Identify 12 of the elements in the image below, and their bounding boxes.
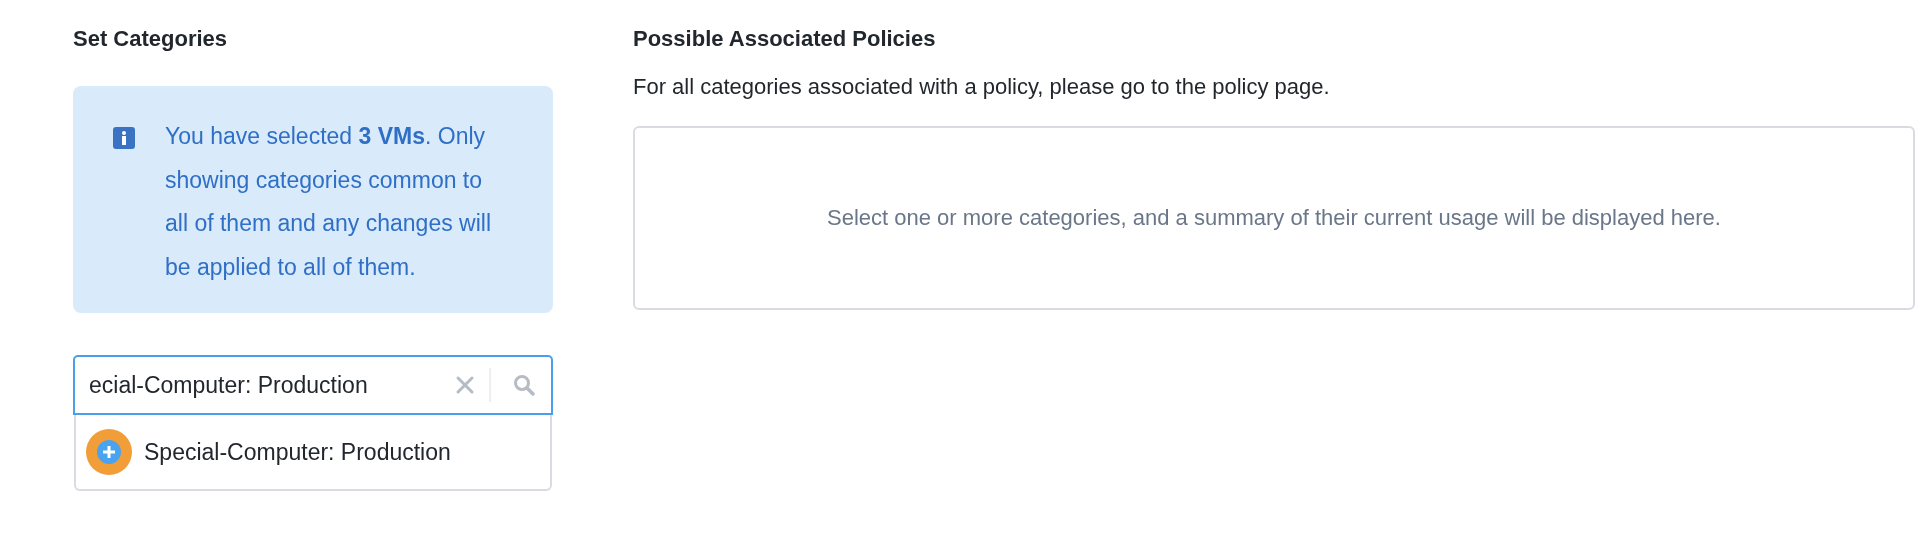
description-text: For all categories associated with a policy, please go to the policy page. bbox=[633, 73, 1331, 101]
section-title: Set Categories bbox=[73, 25, 229, 53]
add-icon bbox=[86, 429, 132, 475]
empty-message: Select one or more categories, and a summary of their current usage will be displayed here. bbox=[827, 205, 1721, 231]
info-message: You have selected 3 VMs. Only showing categories common to all of them and any changes will be applied to all of them. bbox=[165, 122, 493, 282]
dropdown-item-label: Special-Computer: Production bbox=[144, 438, 451, 466]
search-field[interactable]: ecial-Computer: Production bbox=[73, 355, 553, 415]
dropdown-item[interactable]: Special-Computer: Production bbox=[86, 429, 540, 475]
clear-icon[interactable] bbox=[455, 375, 475, 395]
section-title: Possible Associated Policies bbox=[633, 25, 937, 53]
info-icon bbox=[113, 127, 135, 149]
search-icon[interactable] bbox=[513, 374, 535, 396]
